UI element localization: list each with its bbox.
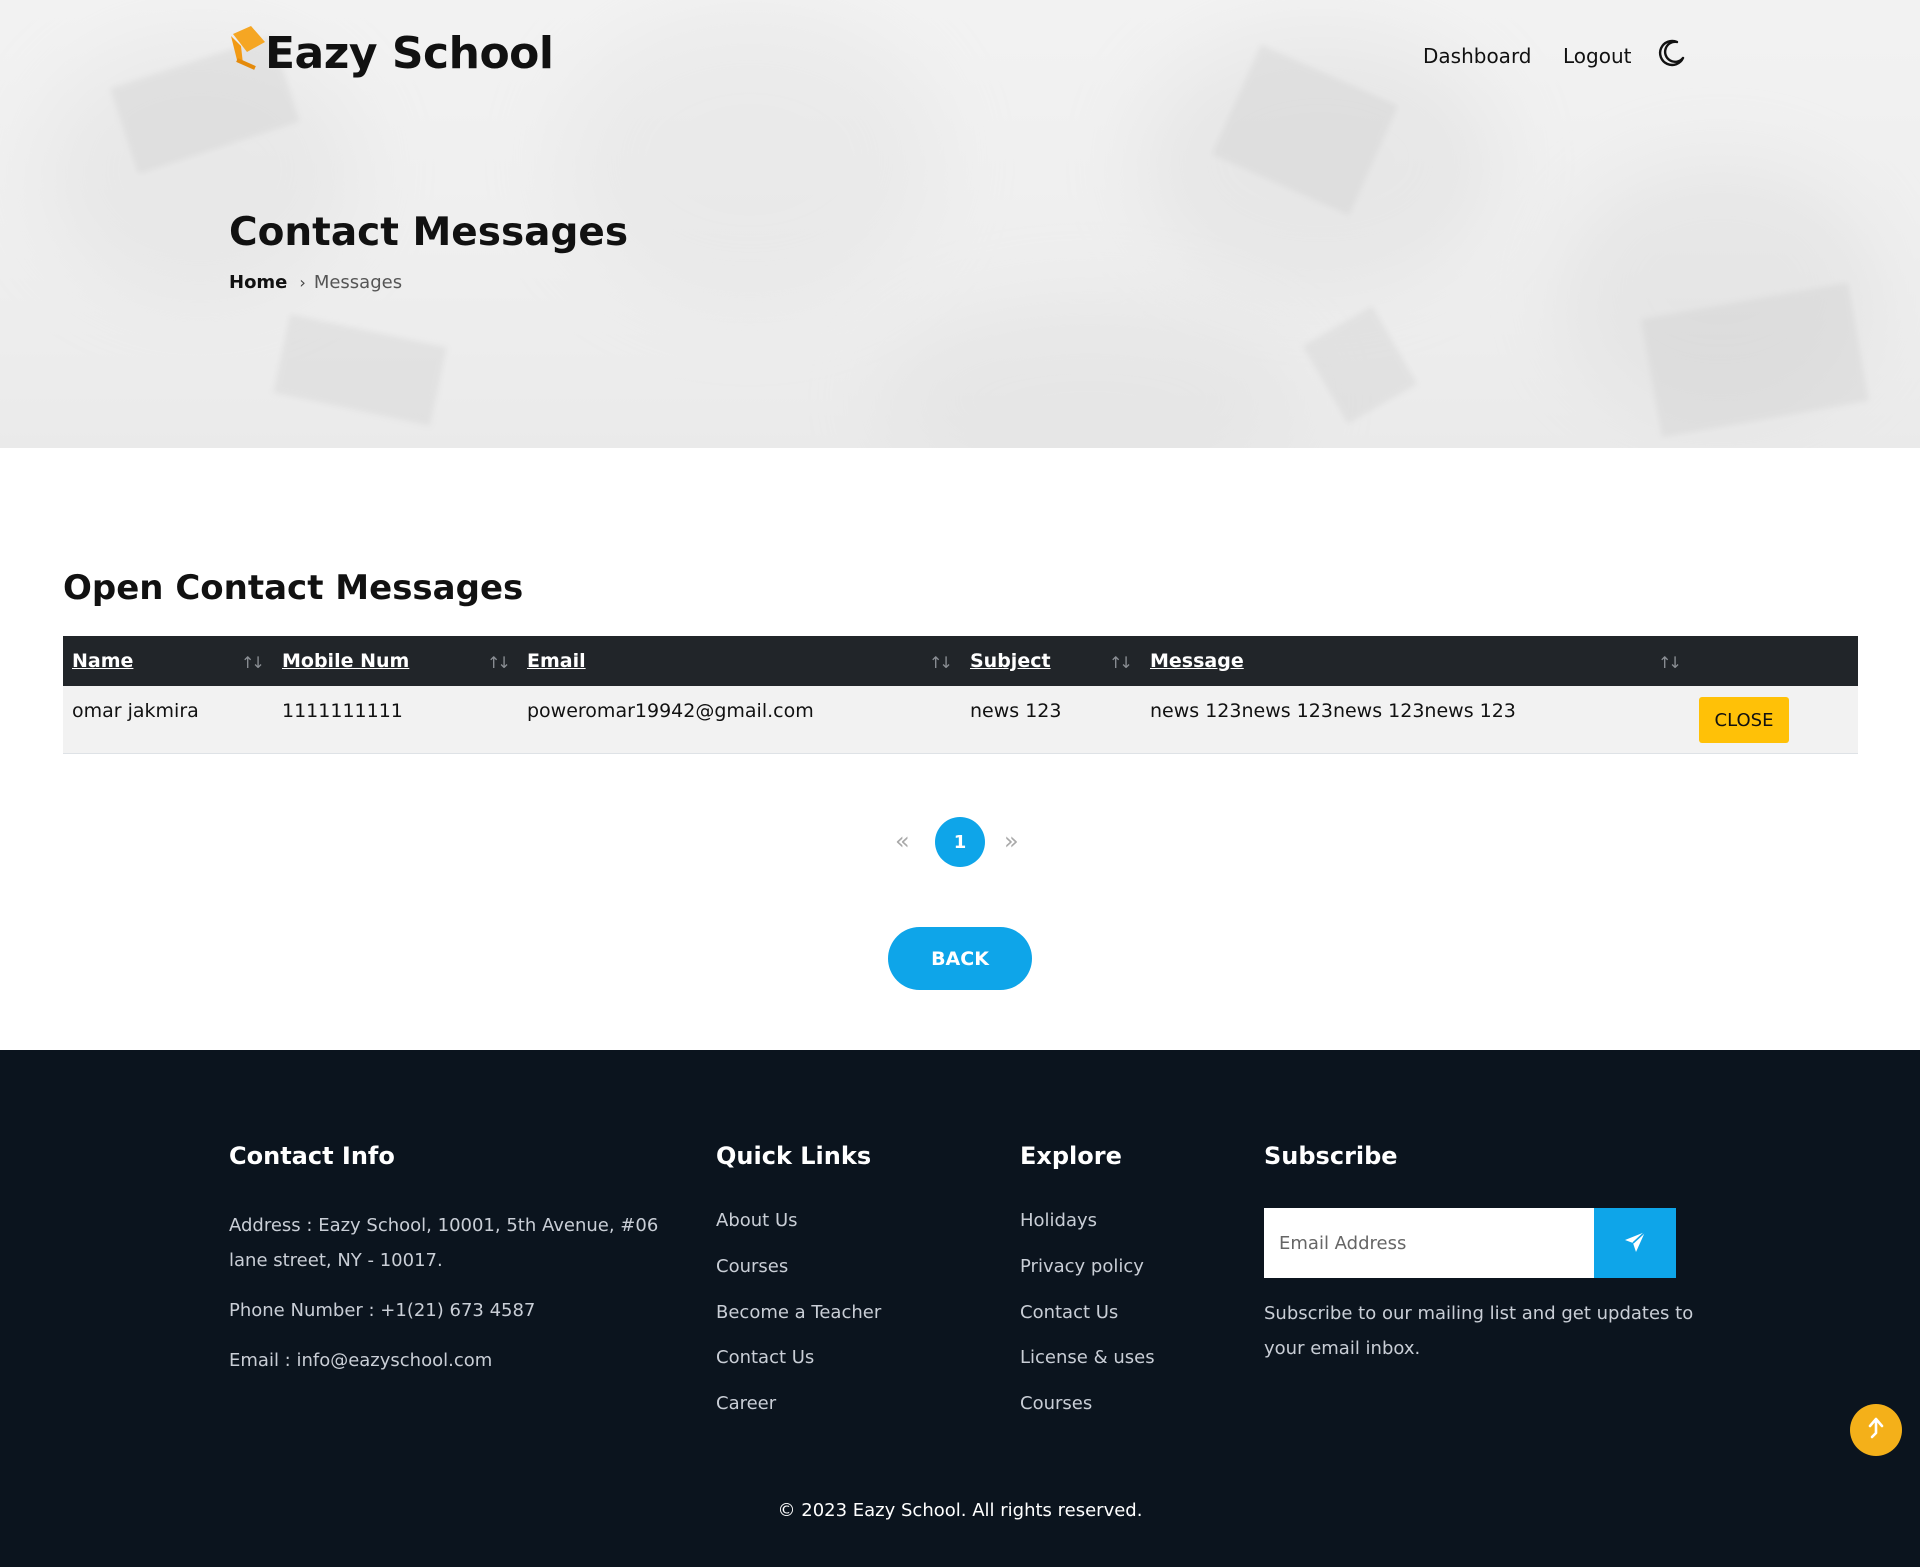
footer-quick-links-title: Quick Links <box>716 1142 872 1170</box>
graduation-cap-icon <box>229 24 275 76</box>
breadcrumb-home-link[interactable]: Home <box>229 272 287 293</box>
subscribe-email-input[interactable] <box>1264 1208 1594 1278</box>
footer-email: Email : info@eazyschool.com <box>229 1350 493 1371</box>
arrow-up-icon <box>1866 1416 1886 1444</box>
column-header-message[interactable]: Message <box>1150 636 1244 686</box>
column-header-subject[interactable]: Subject <box>970 636 1051 686</box>
cell-subject: news 123 <box>970 700 1062 722</box>
paper-plane-icon <box>1623 1230 1647 1257</box>
nav-dashboard-link[interactable]: Dashboard <box>1423 44 1532 68</box>
subscribe-send-button[interactable] <box>1594 1208 1676 1278</box>
column-header-label: Message <box>1150 650 1244 672</box>
pagination: « 1 » <box>0 817 1920 867</box>
pagination-next[interactable]: » <box>1004 827 1019 855</box>
column-header-label: Subject <box>970 650 1051 672</box>
scroll-to-top-button[interactable] <box>1850 1404 1902 1456</box>
footer-link-holidays[interactable]: Holidays <box>1020 1210 1097 1231</box>
sort-icon[interactable]: ↑↓ <box>487 653 511 672</box>
footer-link-about-us[interactable]: About Us <box>716 1210 798 1231</box>
copyright: © 2023 Eazy School. All rights reserved. <box>777 1500 1143 1521</box>
sort-icon[interactable]: ↑↓ <box>929 653 953 672</box>
subscribe-form <box>1264 1208 1676 1278</box>
cell-email: poweromar19942@gmail.com <box>527 700 814 722</box>
footer-contact-title: Contact Info <box>229 1142 395 1170</box>
logo-text: Eazy School <box>265 27 554 79</box>
nav-logout-link[interactable]: Logout <box>1563 44 1631 68</box>
column-header-name[interactable]: Name <box>72 636 133 686</box>
section-title: Open Contact Messages <box>63 568 524 608</box>
footer-address-line2: lane street, NY - 10017. <box>229 1250 443 1271</box>
pagination-page-1[interactable]: 1 <box>935 817 985 867</box>
subscribe-text-line2: your email inbox. <box>1264 1338 1421 1359</box>
sort-icon[interactable]: ↑↓ <box>1109 653 1133 672</box>
close-message-button[interactable]: CLOSE <box>1699 697 1789 743</box>
footer-address-line1: Address : Eazy School, 10001, 5th Avenue… <box>229 1215 659 1236</box>
back-button[interactable]: BACK <box>888 927 1032 990</box>
site-footer: Contact Info Address : Eazy School, 1000… <box>0 1050 1920 1567</box>
pagination-prev[interactable]: « <box>895 827 910 855</box>
footer-link-courses-explore[interactable]: Courses <box>1020 1393 1092 1414</box>
cell-mobile: 1111111111 <box>282 700 403 722</box>
footer-link-courses[interactable]: Courses <box>716 1256 788 1277</box>
sort-icon[interactable]: ↑↓ <box>241 653 265 672</box>
footer-link-license[interactable]: License & uses <box>1020 1347 1155 1368</box>
footer-subscribe-title: Subscribe <box>1264 1142 1398 1170</box>
footer-link-career[interactable]: Career <box>716 1393 776 1414</box>
sort-icon[interactable]: ↑↓ <box>1658 653 1682 672</box>
table-row: omar jakmira 1111111111 poweromar19942@g… <box>63 686 1858 754</box>
column-header-label: Email <box>527 650 586 672</box>
column-header-mobile[interactable]: Mobile Num <box>282 636 409 686</box>
messages-table: Name ↑↓ Mobile Num ↑↓ Email ↑↓ Subject ↑… <box>63 636 1858 754</box>
footer-link-privacy-policy[interactable]: Privacy policy <box>1020 1256 1144 1277</box>
cell-name: omar jakmira <box>72 700 199 722</box>
column-header-label: Mobile Num <box>282 650 410 672</box>
footer-link-contact-us[interactable]: Contact Us <box>716 1347 814 1368</box>
site-logo[interactable]: Eazy School <box>229 18 554 88</box>
column-header-label: Name <box>72 650 134 672</box>
moon-icon[interactable] <box>1657 38 1687 72</box>
footer-explore-title: Explore <box>1020 1142 1122 1170</box>
page-title: Contact Messages <box>229 210 629 255</box>
footer-phone: Phone Number : +1(21) 673 4587 <box>229 1300 536 1321</box>
footer-link-become-teacher[interactable]: Become a Teacher <box>716 1302 881 1323</box>
breadcrumb: Home › Messages <box>229 272 402 293</box>
subscribe-text-line1: Subscribe to our mailing list and get up… <box>1264 1303 1694 1324</box>
table-header: Name ↑↓ Mobile Num ↑↓ Email ↑↓ Subject ↑… <box>63 636 1858 686</box>
chevron-right-icon: › <box>299 273 306 292</box>
footer-link-contact-us-explore[interactable]: Contact Us <box>1020 1302 1118 1323</box>
breadcrumb-current: Messages <box>313 272 403 293</box>
column-header-email[interactable]: Email <box>527 636 586 686</box>
cell-message: news 123news 123news 123news 123 <box>1150 700 1516 722</box>
